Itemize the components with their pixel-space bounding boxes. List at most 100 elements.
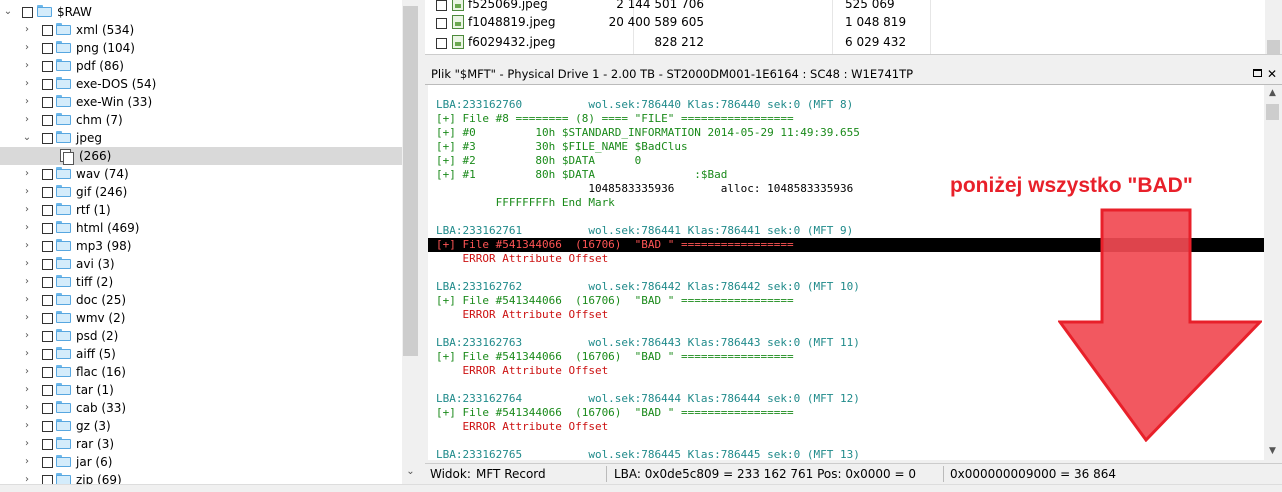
- checkbox[interactable]: [42, 97, 53, 108]
- tree-scrollbar-thumb[interactable]: [403, 6, 418, 356]
- checkbox[interactable]: [42, 439, 53, 450]
- chevron-right-icon[interactable]: ›: [22, 417, 32, 435]
- maximize-icon[interactable]: [1253, 69, 1262, 77]
- chevron-right-icon[interactable]: ›: [22, 399, 32, 417]
- mft-scrollbar-thumb[interactable]: [1266, 104, 1279, 120]
- checkbox[interactable]: [42, 205, 53, 216]
- checkbox[interactable]: [22, 7, 33, 18]
- checkbox[interactable]: [42, 169, 53, 180]
- tree-item[interactable]: › exe-Win (33): [0, 93, 402, 111]
- file-row[interactable]: f6029432.jpeg 828 212 6 029 432: [425, 33, 1282, 52]
- tree-item-label: html (469): [76, 221, 140, 235]
- checkbox[interactable]: [42, 115, 53, 126]
- chevron-right-icon[interactable]: ›: [22, 453, 32, 471]
- checkbox[interactable]: [42, 367, 53, 378]
- chevron-right-icon[interactable]: ›: [22, 93, 32, 111]
- scroll-down-icon[interactable]: ▼: [1264, 446, 1281, 456]
- tree-item[interactable]: › tiff (2): [0, 273, 402, 291]
- tree-item[interactable]: › html (469): [0, 219, 402, 237]
- tree-item[interactable]: › zip (69): [0, 471, 402, 484]
- tree-item[interactable]: › wmv (2): [0, 309, 402, 327]
- close-icon[interactable]: ✕: [1267, 64, 1277, 84]
- chevron-right-icon[interactable]: ›: [22, 165, 32, 183]
- checkbox[interactable]: [42, 79, 53, 90]
- tree-item[interactable]: › png (104): [0, 39, 402, 57]
- chevron-right-icon[interactable]: ›: [22, 111, 32, 129]
- folder-icon: [56, 167, 71, 179]
- checkbox[interactable]: [42, 349, 53, 360]
- chevron-down-icon[interactable]: ⌄: [22, 129, 32, 147]
- checkbox[interactable]: [42, 25, 53, 36]
- tree-item-selected[interactable]: (266): [0, 147, 402, 165]
- mft-scrollbar[interactable]: [1264, 85, 1281, 460]
- tree-item[interactable]: › gz (3): [0, 417, 402, 435]
- chevron-right-icon[interactable]: ›: [22, 363, 32, 381]
- checkbox[interactable]: [42, 187, 53, 198]
- checkbox[interactable]: [42, 421, 53, 432]
- checkbox[interactable]: [436, 0, 447, 11]
- checkbox[interactable]: [42, 43, 53, 54]
- tree-item[interactable]: › exe-DOS (54): [0, 75, 402, 93]
- tree-item[interactable]: › chm (7): [0, 111, 402, 129]
- chevron-right-icon[interactable]: ›: [22, 381, 32, 399]
- chevron-right-icon[interactable]: ›: [22, 57, 32, 75]
- scroll-down-icon[interactable]: ⌄: [402, 466, 419, 480]
- checkbox[interactable]: [42, 133, 53, 144]
- chevron-right-icon[interactable]: ›: [22, 255, 32, 273]
- checkbox[interactable]: [42, 313, 53, 324]
- tree-item[interactable]: › cab (33): [0, 399, 402, 417]
- file-row[interactable]: f525069.jpeg 2 144 501 706 525 069: [425, 0, 1282, 14]
- checkbox[interactable]: [42, 403, 53, 414]
- tree-item[interactable]: › flac (16): [0, 363, 402, 381]
- checkbox[interactable]: [42, 241, 53, 252]
- tree-item[interactable]: › wav (74): [0, 165, 402, 183]
- chevron-right-icon[interactable]: ›: [22, 183, 32, 201]
- tree-item[interactable]: › mp3 (98): [0, 237, 402, 255]
- chevron-right-icon[interactable]: ›: [22, 291, 32, 309]
- checkbox[interactable]: [436, 18, 447, 29]
- checkbox[interactable]: [42, 475, 53, 484]
- checkbox[interactable]: [42, 259, 53, 270]
- chevron-right-icon[interactable]: ›: [22, 75, 32, 93]
- tree-item[interactable]: ⌄ jpeg: [0, 129, 402, 147]
- chevron-down-icon[interactable]: ⌄: [3, 3, 13, 21]
- tree-item[interactable]: › rar (3): [0, 435, 402, 453]
- tree-item[interactable]: › avi (3): [0, 255, 402, 273]
- checkbox[interactable]: [42, 385, 53, 396]
- chevron-right-icon[interactable]: ›: [22, 219, 32, 237]
- checkbox[interactable]: [42, 295, 53, 306]
- tree-item[interactable]: › xml (534): [0, 21, 402, 39]
- tree-item[interactable]: › rtf (1): [0, 201, 402, 219]
- tree-item-label: exe-DOS (54): [76, 77, 157, 91]
- chevron-right-icon[interactable]: ›: [22, 21, 32, 39]
- folder-icon: [56, 311, 71, 323]
- file-row[interactable]: f1048819.jpeg 20 400 589 605 1 048 819: [425, 13, 1282, 32]
- tree-item[interactable]: › pdf (86): [0, 57, 402, 75]
- chevron-right-icon[interactable]: ›: [22, 471, 32, 484]
- tree-item[interactable]: › doc (25): [0, 291, 402, 309]
- chevron-right-icon[interactable]: ›: [22, 273, 32, 291]
- chevron-right-icon[interactable]: ›: [22, 309, 32, 327]
- tree-item[interactable]: › tar (1): [0, 381, 402, 399]
- view-mode[interactable]: MFT Record: [476, 464, 546, 484]
- tree-item[interactable]: › gif (246): [0, 183, 402, 201]
- checkbox[interactable]: [42, 277, 53, 288]
- tree-item[interactable]: › jar (6): [0, 453, 402, 471]
- tree-item[interactable]: › aiff (5): [0, 345, 402, 363]
- scroll-up-icon[interactable]: ▲: [1264, 88, 1281, 98]
- chevron-right-icon[interactable]: ›: [22, 39, 32, 57]
- chevron-right-icon[interactable]: ›: [22, 201, 32, 219]
- file-list-scrollbar-thumb[interactable]: [1267, 40, 1280, 54]
- checkbox[interactable]: [42, 457, 53, 468]
- tree-item-raw[interactable]: ⌄ $RAW: [0, 3, 402, 21]
- chevron-right-icon[interactable]: ›: [22, 327, 32, 345]
- checkbox[interactable]: [42, 331, 53, 342]
- chevron-right-icon[interactable]: ›: [22, 345, 32, 363]
- checkbox[interactable]: [42, 61, 53, 72]
- tree-item[interactable]: › psd (2): [0, 327, 402, 345]
- chevron-right-icon[interactable]: ›: [22, 435, 32, 453]
- folder-icon: [56, 131, 71, 143]
- checkbox[interactable]: [436, 38, 447, 49]
- chevron-right-icon[interactable]: ›: [22, 237, 32, 255]
- checkbox[interactable]: [42, 223, 53, 234]
